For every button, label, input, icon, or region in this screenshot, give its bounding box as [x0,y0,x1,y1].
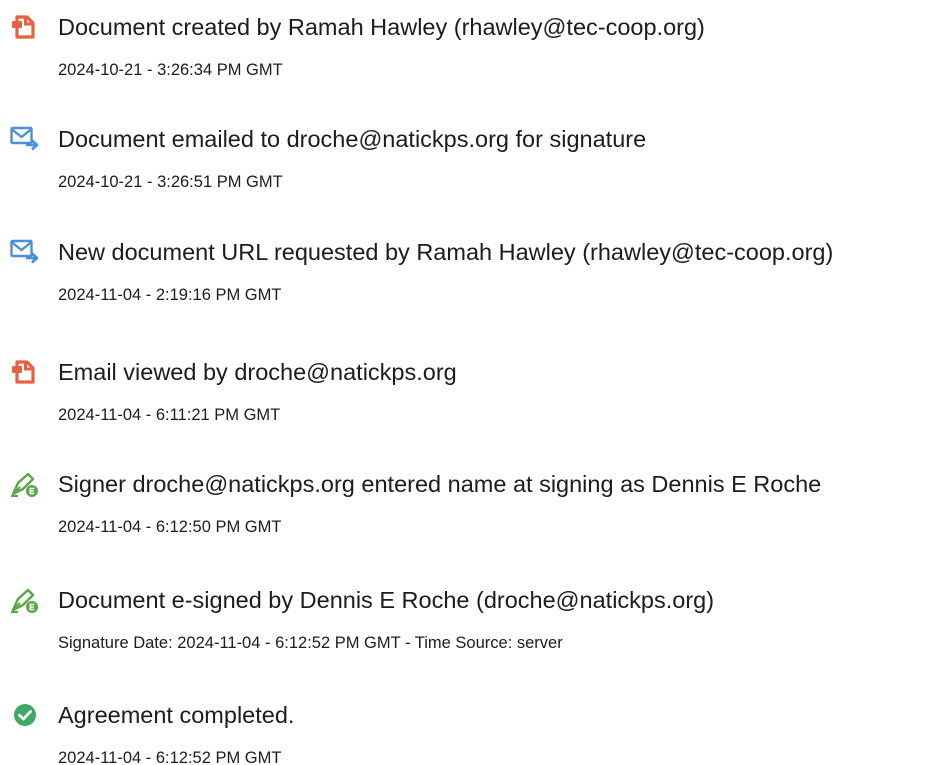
event-timestamp: 2024-11-04 - 6:12:50 PM GMT [58,518,282,536]
audit-event: Agreement completed. 2024-11-04 - 6:12:5… [0,700,938,765]
esign-pen-icon [10,586,40,614]
document-created-icon [10,13,40,41]
event-timestamp: 2024-10-21 - 3:26:34 PM GMT [58,61,283,79]
audit-event: Document emailed to droche@natickps.org … [0,124,938,214]
event-timestamp: 2024-11-04 - 2:19:16 PM GMT [58,286,282,304]
audit-event: Document e-signed by Dennis E Roche (dro… [0,585,938,675]
event-timestamp: 2024-11-04 - 6:12:52 PM GMT [58,749,282,765]
email-sent-icon [10,125,40,153]
esign-pen-icon [10,470,40,498]
email-sent-icon [10,238,40,266]
audit-event: Signer droche@natickps.org entered name … [0,469,938,559]
document-viewed-icon [10,358,40,386]
event-title: Signer droche@natickps.org entered name … [58,471,822,497]
event-title: Document e-signed by Dennis E Roche (dro… [58,587,715,613]
event-timestamp: 2024-11-04 - 6:11:21 PM GMT [58,406,281,424]
check-circle-icon [10,701,40,729]
event-title: Email viewed by droche@natickps.org [58,359,457,385]
event-title: New document URL requested by Ramah Hawl… [58,239,834,265]
event-title: Document created by Ramah Hawley (rhawle… [58,14,705,40]
event-title: Agreement completed. [58,702,295,728]
signature-details: Signature Date: 2024-11-04 - 6:12:52 PM … [58,634,563,652]
audit-event: Email viewed by droche@natickps.org 2024… [0,357,938,447]
event-timestamp: 2024-10-21 - 3:26:51 PM GMT [58,173,283,191]
audit-event: Document created by Ramah Hawley (rhawle… [0,12,938,102]
audit-event: New document URL requested by Ramah Hawl… [0,237,938,327]
event-title: Document emailed to droche@natickps.org … [58,126,647,152]
